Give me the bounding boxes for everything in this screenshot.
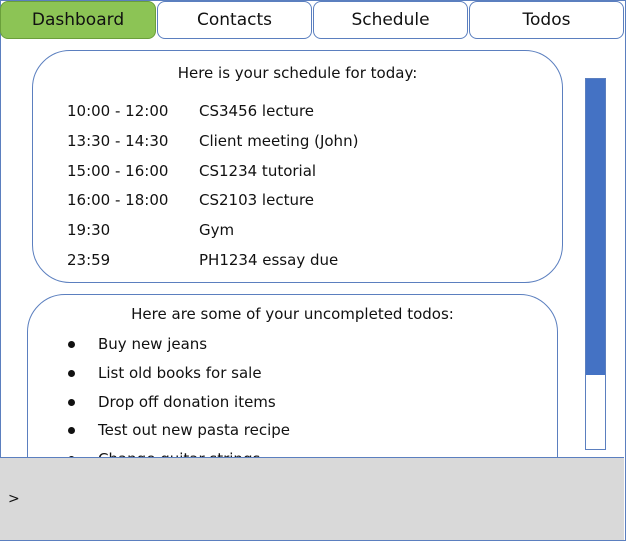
bullet-icon <box>68 427 75 434</box>
schedule-event: CS1234 tutorial <box>199 162 317 180</box>
schedule-heading: Here is your schedule for today: <box>177 64 418 82</box>
schedule-time: 16:00 - 18:00 <box>67 191 169 209</box>
schedule-time: 13:30 - 14:30 <box>67 132 169 150</box>
dashboard-panel: Here is your schedule for today: 10:00 -… <box>0 40 626 457</box>
scrollbar-thumb[interactable] <box>586 79 605 375</box>
todo-text: Test out new pasta recipe <box>98 421 291 439</box>
todo-text: Buy new jeans <box>98 335 208 353</box>
todos-heading: Here are some of your uncompleted todos: <box>131 305 454 323</box>
tab-label: Todos <box>522 10 571 30</box>
tab-dashboard[interactable]: Dashboard <box>0 1 156 39</box>
schedule-time: 23:59 <box>67 251 111 269</box>
schedule-event: CS3456 lecture <box>199 102 315 120</box>
schedule-event: Client meeting (John) <box>199 132 359 150</box>
tab-schedule[interactable]: Schedule <box>313 1 468 39</box>
bullet-icon <box>68 370 75 377</box>
todo-text: Drop off donation items <box>98 393 276 411</box>
schedule-card: Here is your schedule for today: 10:00 -… <box>32 50 563 283</box>
bullet-icon <box>68 399 75 406</box>
command-prompt: > <box>8 491 20 507</box>
schedule-event: PH1234 essay due <box>199 251 339 269</box>
schedule-time: 10:00 - 12:00 <box>67 102 169 120</box>
schedule-time: 15:00 - 16:00 <box>67 162 169 180</box>
command-box[interactable]: > <box>0 457 624 540</box>
todos-card: Here are some of your uncompleted todos:… <box>27 294 558 457</box>
tab-label: Dashboard <box>31 10 125 30</box>
schedule-time: 19:30 <box>67 221 111 239</box>
schedule-event: CS2103 lecture <box>199 191 315 209</box>
bullet-icon <box>68 341 75 348</box>
todo-text: List old books for sale <box>98 364 262 382</box>
todo-text: Change guitar strings <box>98 449 260 457</box>
schedule-event: Gym <box>199 221 235 239</box>
tab-label: Contacts <box>197 10 272 30</box>
tab-contacts[interactable]: Contacts <box>157 1 312 39</box>
tab-todos[interactable]: Todos <box>469 1 624 39</box>
vertical-scrollbar[interactable] <box>585 78 606 450</box>
tab-label: Schedule <box>351 10 430 30</box>
